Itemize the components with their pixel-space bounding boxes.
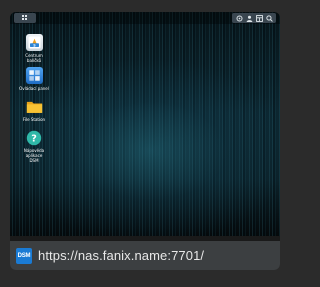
main-menu-icon — [22, 15, 28, 21]
dsm-help-icon: ? — [26, 129, 43, 146]
desktop-shortcut-label: Ovládací panel — [19, 86, 49, 91]
dsm-favicon: DSM — [16, 247, 32, 264]
svg-text:?: ? — [31, 133, 37, 144]
widgets-icon[interactable] — [255, 14, 263, 22]
main-menu-button[interactable] — [14, 13, 36, 23]
site-preview-card[interactable]: S Centrum balíčků Ovládací panel File St… — [10, 12, 280, 270]
notifications-icon[interactable] — [235, 14, 243, 22]
desktop-shortcut-label: File Station — [22, 117, 46, 122]
desktop-shortcut-package-center[interactable]: S Centrum balíčků — [16, 34, 52, 63]
search-icon[interactable] — [265, 14, 273, 22]
control-panel-icon — [25, 67, 43, 84]
desktop-shortcut-control-panel[interactable]: Ovládací panel — [16, 67, 52, 91]
site-url[interactable]: https://nas.fanix.name:7701/ — [38, 248, 204, 263]
dsm-desktop-preview: S Centrum balíčků Ovládací panel File St… — [10, 12, 280, 236]
file-station-icon — [26, 98, 43, 115]
desktop-shortcut-dsm-help[interactable]: ? Nápověda aplikace DSM — [16, 129, 52, 163]
desktop-shortcut-label: Centrum balíčků — [25, 53, 43, 63]
taskbar-tray — [232, 13, 276, 23]
site-url-bar[interactable]: DSM https://nas.fanix.name:7701/ — [10, 241, 280, 270]
dsm-taskbar — [10, 12, 280, 24]
desktop-shortcut-label: Nápověda aplikace DSM — [23, 148, 45, 163]
user-icon[interactable] — [246, 15, 253, 22]
desktop-shortcut-file-station[interactable]: File Station — [16, 98, 52, 122]
package-center-icon: S — [25, 34, 43, 51]
